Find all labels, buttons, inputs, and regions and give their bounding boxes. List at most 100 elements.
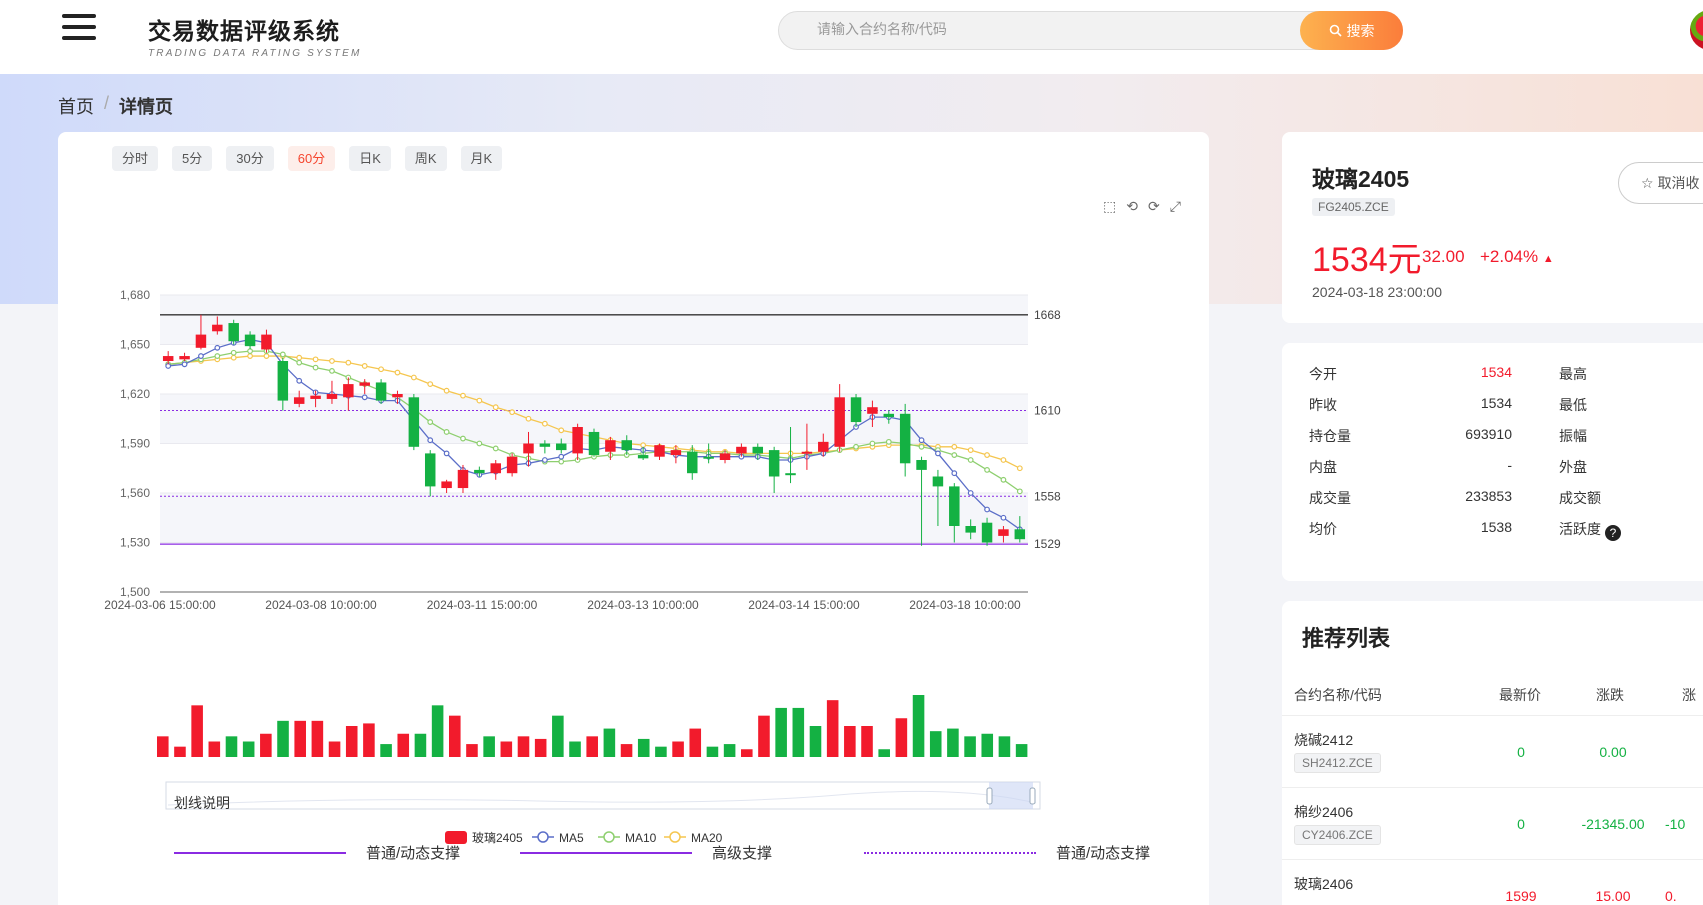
candle-body (621, 440, 632, 451)
volume-bar (277, 720, 289, 757)
quote-datetime: 2024-03-18 23:00:00 (1312, 284, 1442, 300)
ma10-point (279, 351, 286, 358)
volume-bar (449, 715, 461, 757)
candle-body (359, 382, 370, 386)
breadcrumb-home[interactable]: 首页 (58, 93, 94, 119)
stat-value: 233853 (1465, 488, 1512, 504)
volume-bar (431, 705, 444, 757)
volume-bar (414, 733, 427, 757)
ma10-point (984, 466, 990, 473)
recommend-header-pct: 涨 (1682, 687, 1696, 703)
volume-bar (500, 741, 513, 757)
volume-bar (981, 733, 994, 757)
unfavorite-button[interactable]: ☆ 取消收 (1618, 162, 1703, 204)
stat-label-text: 最低 (1559, 397, 1587, 413)
period-tab[interactable]: 30分 (226, 146, 274, 171)
ma5-point (984, 506, 990, 513)
ma20-point (509, 409, 516, 416)
x-tick-label: 2024-03-14 15:00:00 (748, 598, 860, 612)
ma5-point (918, 437, 925, 444)
ma20-point (312, 356, 319, 363)
y-tick-label: 1,650 (120, 338, 150, 352)
candle-body (310, 395, 321, 399)
stat-label-text: 活跃度 (1559, 521, 1601, 537)
stat-value: - (1507, 457, 1512, 473)
ma20-point (951, 443, 958, 450)
candle-body (490, 463, 501, 474)
volume-bar (517, 736, 530, 757)
ma20-point (984, 452, 990, 458)
ma20-point (967, 447, 974, 454)
search-icon (1329, 24, 1342, 37)
fullscreen-icon[interactable]: ⤢ (1170, 198, 1181, 215)
ma20-point (1000, 457, 1007, 463)
recommend-header-price: 最新价 (1499, 687, 1541, 703)
candle-body (736, 446, 747, 454)
stat-label-text: 成交额 (1559, 490, 1601, 506)
search-button[interactable]: 搜索 (1300, 11, 1403, 50)
zoom-icon[interactable]: ⬚ (1103, 198, 1116, 215)
candle-body (179, 356, 190, 360)
kline-chart[interactable]: 1,6801,6501,6201,5901,5601,5301,5002024-… (58, 217, 1209, 905)
recommend-title: 推荐列表 (1302, 626, 1391, 651)
volume-bar (483, 736, 495, 757)
period-tab[interactable]: 60分 (287, 146, 336, 171)
recommend-row[interactable]: 烧碱2412 SH2412.ZCE 0 0.00 (1282, 715, 1703, 787)
stat-label: 最高 (1559, 364, 1587, 384)
recommend-name: 玻璃2406 (1294, 876, 1354, 892)
ma20-point (558, 427, 565, 434)
recommend-header-change: 涨跌 (1596, 687, 1624, 703)
candle-body (556, 443, 567, 451)
period-tab[interactable]: 日K (349, 146, 391, 171)
price-change: 32.00 (1422, 247, 1465, 266)
quote-card: 玻璃2405 FG2405.ZCE ☆ 取消收 1534元 32.00 +2.0… (1282, 132, 1703, 323)
ma10-point (230, 349, 237, 356)
y-tick-label: 1,590 (120, 437, 150, 451)
ma5-point (165, 363, 172, 369)
candle-body (949, 486, 960, 526)
contract-name: 玻璃2405 (1312, 166, 1410, 192)
restore-icon[interactable]: ⟳ (1148, 198, 1160, 215)
volume-bar (809, 726, 822, 757)
x-tick-label: 2024-03-06 15:00:00 (104, 598, 216, 612)
ma5-point (935, 450, 941, 457)
recommend-price: 0 (1517, 744, 1525, 760)
ma10-point (247, 348, 253, 355)
ma20-point (443, 387, 450, 394)
zoom-reset-icon[interactable]: ⟲ (1126, 198, 1138, 215)
level-label: 1668 (1034, 308, 1061, 322)
level-label: 1558 (1034, 489, 1061, 503)
candle-body (277, 361, 289, 401)
volume-bar (861, 726, 873, 757)
search-input[interactable] (817, 21, 1257, 37)
help-icon[interactable]: ? (1605, 525, 1621, 541)
volume-bar (328, 741, 341, 757)
volume-bar (895, 718, 908, 757)
volume-bar (586, 736, 598, 757)
y-tick-label: 1,620 (120, 387, 150, 401)
menu-icon[interactable] (62, 14, 96, 44)
stat-label-text: 最高 (1559, 366, 1587, 382)
logo[interactable]: 交易数据评级系统 TRADING DATA RATING SYSTEM (148, 12, 362, 59)
ma10-point (443, 429, 450, 435)
period-tab[interactable]: 分时 (112, 146, 159, 171)
recommend-row[interactable]: 棉纱2406 CY2406.ZCE 0 -21345.00 -10 (1282, 787, 1703, 859)
candle-body (850, 397, 862, 423)
candle-body (899, 413, 911, 464)
line-explain-label: 普通/动态支撑 (366, 845, 461, 862)
volume-bar (345, 726, 358, 757)
ma5-point (951, 470, 958, 477)
candle-body (228, 323, 239, 342)
ma5-point (214, 344, 221, 351)
zoom-window (989, 782, 1033, 809)
recommend-row[interactable]: 玻璃2406 1599 15.00 0. (1282, 859, 1703, 905)
unfavorite-label: 取消收 (1657, 175, 1700, 191)
period-tab[interactable]: 5分 (172, 146, 213, 171)
avatar[interactable] (1688, 8, 1703, 52)
period-tab[interactable]: 月K (460, 146, 503, 171)
volume-bar (242, 741, 255, 757)
legend-ma-marker (537, 831, 549, 843)
ma5-point (427, 437, 434, 444)
x-tick-label: 2024-03-08 10:00:00 (265, 598, 377, 612)
period-tab[interactable]: 周K (404, 146, 447, 171)
